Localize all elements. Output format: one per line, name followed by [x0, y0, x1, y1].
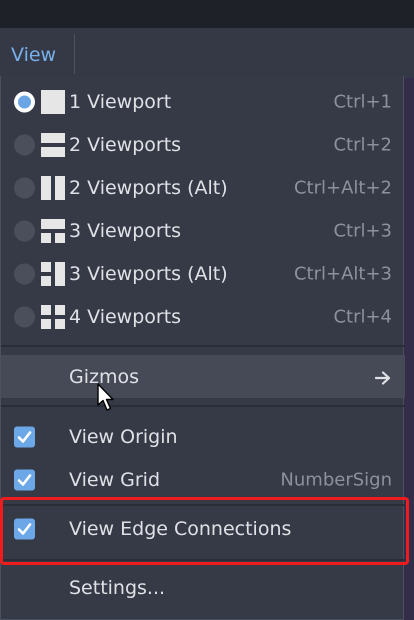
menu-item-3-viewports-alt[interactable]: 3 Viewports (Alt) Ctrl+Alt+3 [1, 252, 405, 295]
checkbox-checked-icon [14, 469, 35, 490]
four-viewports-icon [41, 304, 65, 329]
menu-item-shortcut: Ctrl+2 [333, 134, 392, 155]
radio-unselected-icon [14, 220, 35, 241]
radio-unselected-icon [14, 263, 35, 284]
menu-item-2-viewports[interactable]: 2 Viewports Ctrl+2 [1, 123, 405, 166]
menu-item-2-viewports-alt[interactable]: 2 Viewports (Alt) Ctrl+Alt+2 [1, 166, 405, 209]
checkbox-checked-icon [14, 426, 35, 447]
highlight-box [0, 497, 409, 565]
menu-item-shortcut: Ctrl+Alt+2 [293, 177, 392, 198]
menu-item-label: View Origin [69, 425, 178, 448]
menu-item-3-viewports[interactable]: 3 Viewports Ctrl+3 [1, 209, 405, 252]
menu-item-shortcut: Ctrl+Alt+3 [293, 263, 392, 284]
menu-item-label: 2 Viewports [69, 133, 182, 156]
menu-item-view-grid[interactable]: View Grid NumberSign [1, 458, 405, 501]
menu-item-label: Settings... [69, 576, 166, 599]
three-viewports-icon [41, 218, 65, 243]
radio-unselected-icon [14, 134, 35, 155]
menu-item-label: 2 Viewports (Alt) [69, 176, 228, 199]
one-viewport-icon [41, 89, 65, 114]
menu-item-label: 4 Viewports [69, 305, 182, 328]
menu-item-4-viewports[interactable]: 4 Viewports Ctrl+4 [1, 295, 405, 338]
menubar-separator [74, 34, 75, 74]
menu-item-1-viewport[interactable]: 1 Viewport Ctrl+1 [1, 80, 405, 123]
view-menu-button[interactable]: View [11, 44, 56, 66]
arrow-right-icon [374, 370, 391, 385]
radio-unselected-icon [14, 306, 35, 327]
menu-item-shortcut: Ctrl+3 [333, 220, 392, 241]
mouse-cursor-icon [97, 383, 117, 413]
three-viewports-alt-icon [41, 261, 65, 286]
radio-unselected-icon [14, 177, 35, 198]
radio-selected-icon [14, 91, 35, 112]
menu-item-view-origin[interactable]: View Origin [1, 415, 405, 458]
menu-separator [1, 345, 405, 347]
two-viewports-icon [41, 132, 65, 157]
title-bar [0, 0, 414, 28]
menu-item-settings[interactable]: Settings... [1, 566, 405, 609]
menu-item-shortcut: Ctrl+1 [333, 91, 392, 112]
two-viewports-alt-icon [41, 175, 65, 200]
menu-bar [0, 28, 414, 78]
menu-item-label: 3 Viewports [69, 219, 182, 242]
menu-separator [1, 405, 405, 407]
menu-item-label: View Grid [69, 468, 161, 491]
menu-item-gizmos[interactable]: Gizmos [1, 355, 405, 398]
menu-item-shortcut: NumberSign [280, 469, 392, 490]
menu-item-shortcut: Ctrl+4 [333, 306, 392, 327]
menu-item-label: 1 Viewport [69, 90, 172, 113]
menu-item-label: 3 Viewports (Alt) [69, 262, 228, 285]
